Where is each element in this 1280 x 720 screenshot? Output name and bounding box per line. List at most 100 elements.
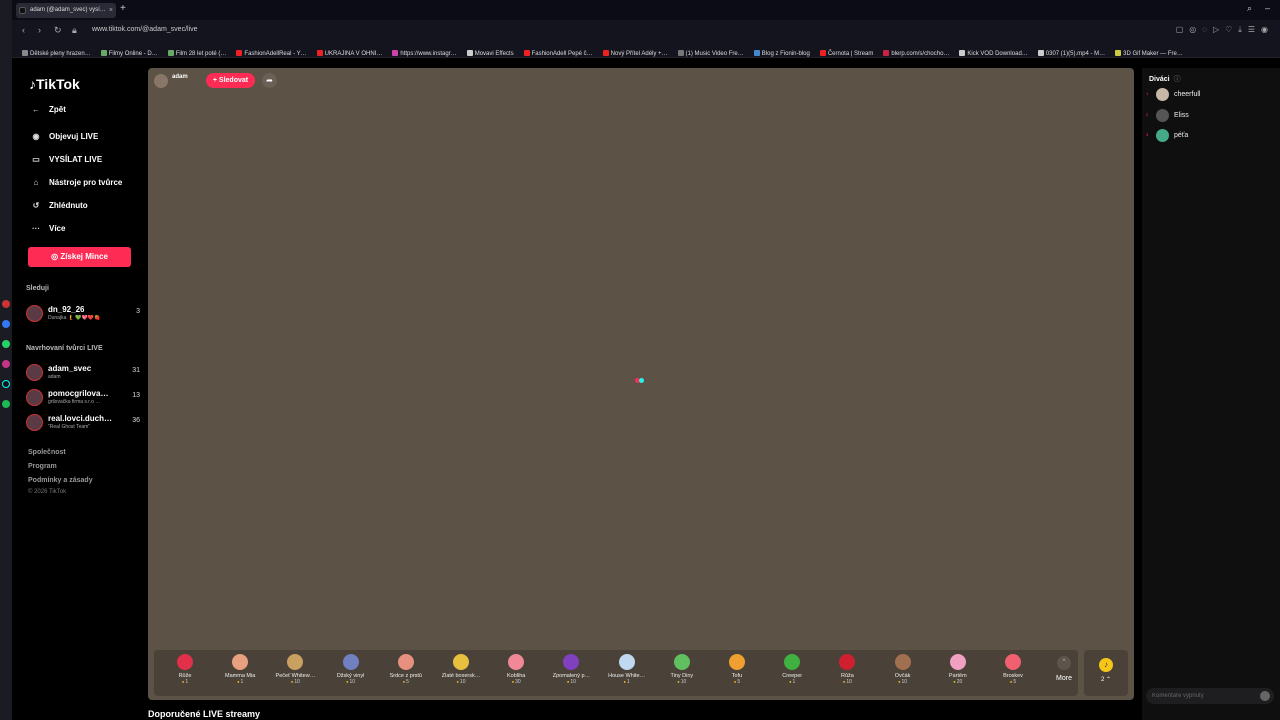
- share-icon[interactable]: ➦: [262, 73, 277, 88]
- gift-item[interactable]: Mamma Mia1: [213, 654, 267, 685]
- active-tab[interactable]: adam (@adam_svec) vysí… ×: [16, 3, 116, 18]
- tab-close-icon[interactable]: ×: [109, 3, 113, 18]
- forward-arrow-icon[interactable]: ›: [38, 25, 41, 35]
- instagram-icon[interactable]: [2, 360, 10, 368]
- gift-item[interactable]: House White…1: [600, 654, 654, 685]
- host-avatar[interactable]: [154, 74, 168, 88]
- host-name[interactable]: adam: [172, 74, 188, 80]
- bookmark-item[interactable]: Dětské pleny hrazen…: [22, 50, 91, 57]
- gift-item[interactable]: Tofu5: [710, 654, 764, 685]
- app-icon[interactable]: [2, 300, 10, 308]
- get-coins-button[interactable]: ◎ Získej Mince: [28, 247, 131, 267]
- avatar: [26, 389, 43, 406]
- tiktok-logo[interactable]: ♪TikTok: [29, 76, 80, 92]
- sidebar-item-watched[interactable]: ↺ Zhlédnuto: [29, 201, 88, 210]
- gift-item[interactable]: Tiny Diny10: [655, 654, 709, 685]
- sidebar-item-discover-live[interactable]: ◉ Objevuj LIVE: [29, 132, 99, 141]
- bookmark-item[interactable]: FashionAdell Pepé č…: [523, 50, 593, 57]
- avatar: [26, 364, 43, 381]
- bookmark-label: Kick VOD Download…: [967, 51, 1028, 57]
- footer-link-program[interactable]: Program: [28, 463, 57, 470]
- gift-item[interactable]: Srdce z prstů5: [379, 654, 433, 685]
- viewer-count: 31: [132, 367, 140, 374]
- new-tab-button[interactable]: +: [120, 3, 126, 14]
- toolbar-icons[interactable]: ▢◎◌▷♡⤓☰◉: [1176, 25, 1274, 35]
- search-tabs-icon[interactable]: ⌕: [1247, 3, 1252, 14]
- back-arrow-icon[interactable]: ‹: [22, 25, 25, 35]
- coin-balance-button[interactable]: ♪ 2 ⌃: [1084, 650, 1128, 696]
- bookmark-item[interactable]: Filmy Online - D…: [100, 50, 158, 57]
- account-subtitle: adam: [48, 374, 61, 380]
- emoji-icon[interactable]: [1260, 691, 1270, 701]
- bookmark-item[interactable]: UKRAJINA V OHNI…: [316, 50, 382, 57]
- help-icon[interactable]: ⓘ: [1174, 76, 1181, 83]
- footer-link-terms[interactable]: Podmínky a zásady: [28, 477, 93, 484]
- logo-text: TikTok: [36, 76, 80, 92]
- sidebar-item-label: Více: [49, 224, 66, 233]
- back-link[interactable]: ← Zpět: [29, 105, 66, 114]
- gift-item[interactable]: Zlaté boxersk…10: [434, 654, 488, 685]
- bookmark-item[interactable]: 3D Gif Maker — Fre…: [1115, 50, 1183, 57]
- viewer-item[interactable]: 2 Eliss: [1146, 109, 1276, 123]
- suggested-account[interactable]: adam_svec adam 31: [26, 364, 144, 384]
- whatsapp-icon[interactable]: [2, 340, 10, 348]
- viewers-title-text: Diváci: [1149, 76, 1170, 83]
- lock-icon: 🔒︎: [72, 25, 77, 35]
- bookmark-favicon-icon: [167, 50, 174, 56]
- gift-item[interactable]: Růže1: [158, 654, 212, 685]
- address-bar: ‹ › ↻ 🔒︎ www.tiktok.com/@adam_svec/live …: [12, 20, 1280, 42]
- bookmark-item[interactable]: FashionAdellReal - Y…: [236, 50, 307, 57]
- gift-price: 1: [765, 679, 819, 685]
- gift-item[interactable]: Džský vinyl10: [324, 654, 378, 685]
- live-stream-player[interactable]: adam + Sledovat ➦ ⌃ More Růže1Mamma Mia1…: [148, 68, 1134, 700]
- gift-item[interactable]: Ovčák10: [876, 654, 930, 685]
- bookmark-item[interactable]: Nový Přítel Adély +…: [602, 50, 668, 57]
- gift-price: 5: [986, 679, 1040, 685]
- bookmark-item[interactable]: Blog z Fionin-blog: [753, 50, 810, 57]
- reload-icon[interactable]: ↻: [54, 25, 62, 36]
- bookmark-label: 3D Gif Maker — Fre…: [1123, 51, 1183, 57]
- viewer-item[interactable]: 3 péťa: [1146, 129, 1276, 143]
- gift-item[interactable]: Creeper1: [765, 654, 819, 685]
- bookmark-item[interactable]: (1) Music Video Fre…: [677, 50, 744, 57]
- messenger-icon[interactable]: [2, 320, 10, 328]
- comment-input[interactable]: [1152, 691, 1252, 701]
- gift-item[interactable]: Partěm20: [931, 654, 985, 685]
- bookmark-item[interactable]: Film 28 let poté (…: [167, 50, 226, 57]
- footer-link-company[interactable]: Společnost: [28, 449, 66, 456]
- viewer-rank: 2: [1146, 112, 1149, 117]
- gift-item[interactable]: Pečeť Whitew…10: [268, 654, 322, 685]
- more-gifts-button[interactable]: ⌃ More: [1049, 656, 1079, 682]
- bookmark-item[interactable]: https://www.instagr…: [392, 50, 457, 57]
- viewer-name: Eliss: [1174, 112, 1189, 119]
- gift-item[interactable]: Růža10: [820, 654, 874, 685]
- sidebar-item-go-live[interactable]: ▭ VYSÍLAT LIVE: [29, 155, 102, 164]
- bookmark-item[interactable]: Kick VOD Download…: [959, 50, 1028, 57]
- follow-button[interactable]: + Sledovat: [206, 73, 255, 88]
- bookmark-item[interactable]: Movavi Effects: [466, 50, 514, 57]
- get-coins-label: Získej Mince: [60, 252, 108, 261]
- gift-item[interactable]: Kobliha30: [489, 654, 543, 685]
- gift-item[interactable]: Zpomalený p…10: [544, 654, 598, 685]
- sidebar-item-creator-tools[interactable]: ⌂ Nástroje pro tvůrce: [29, 178, 123, 187]
- bookmark-item[interactable]: 0307 (1)(5).mp4 - M…: [1037, 50, 1105, 57]
- suggested-account[interactable]: pomocgrilova… grilovačka firma s.r.o … 1…: [26, 389, 144, 409]
- account-name: adam_svec: [48, 364, 92, 373]
- suggested-account[interactable]: real.lovci.duch… "Real Ghost Team" 36: [26, 414, 144, 434]
- tiktok-icon[interactable]: [2, 380, 10, 388]
- bookmark-item[interactable]: blerp.com/s/chocho…: [883, 50, 949, 57]
- minimize-icon[interactable]: –: [1265, 3, 1270, 13]
- url-field[interactable]: www.tiktok.com/@adam_svec/live: [92, 26, 198, 33]
- bookmark-favicon-icon: [22, 50, 28, 56]
- gift-item[interactable]: Broskev5: [986, 654, 1040, 685]
- bookmark-item[interactable]: Černota | Stream: [819, 50, 873, 57]
- following-account[interactable]: dn_92_26 Dunajka 🧜 💚💖❤️🍓 3: [26, 305, 144, 325]
- sidebar-item-more[interactable]: ··· Více: [29, 224, 65, 233]
- spotify-icon[interactable]: [2, 400, 10, 408]
- gift-price: 10: [820, 679, 874, 685]
- bookmarks-bar: Dětské pleny hrazen… Filmy Online - D… Fil…: [12, 42, 1280, 58]
- sidebar-item-label: Objevuj LIVE: [49, 132, 99, 141]
- gift-price: 1: [600, 679, 654, 685]
- bookmark-label: Movavi Effects: [474, 51, 514, 57]
- viewer-item[interactable]: 1 cheerfull: [1146, 88, 1276, 102]
